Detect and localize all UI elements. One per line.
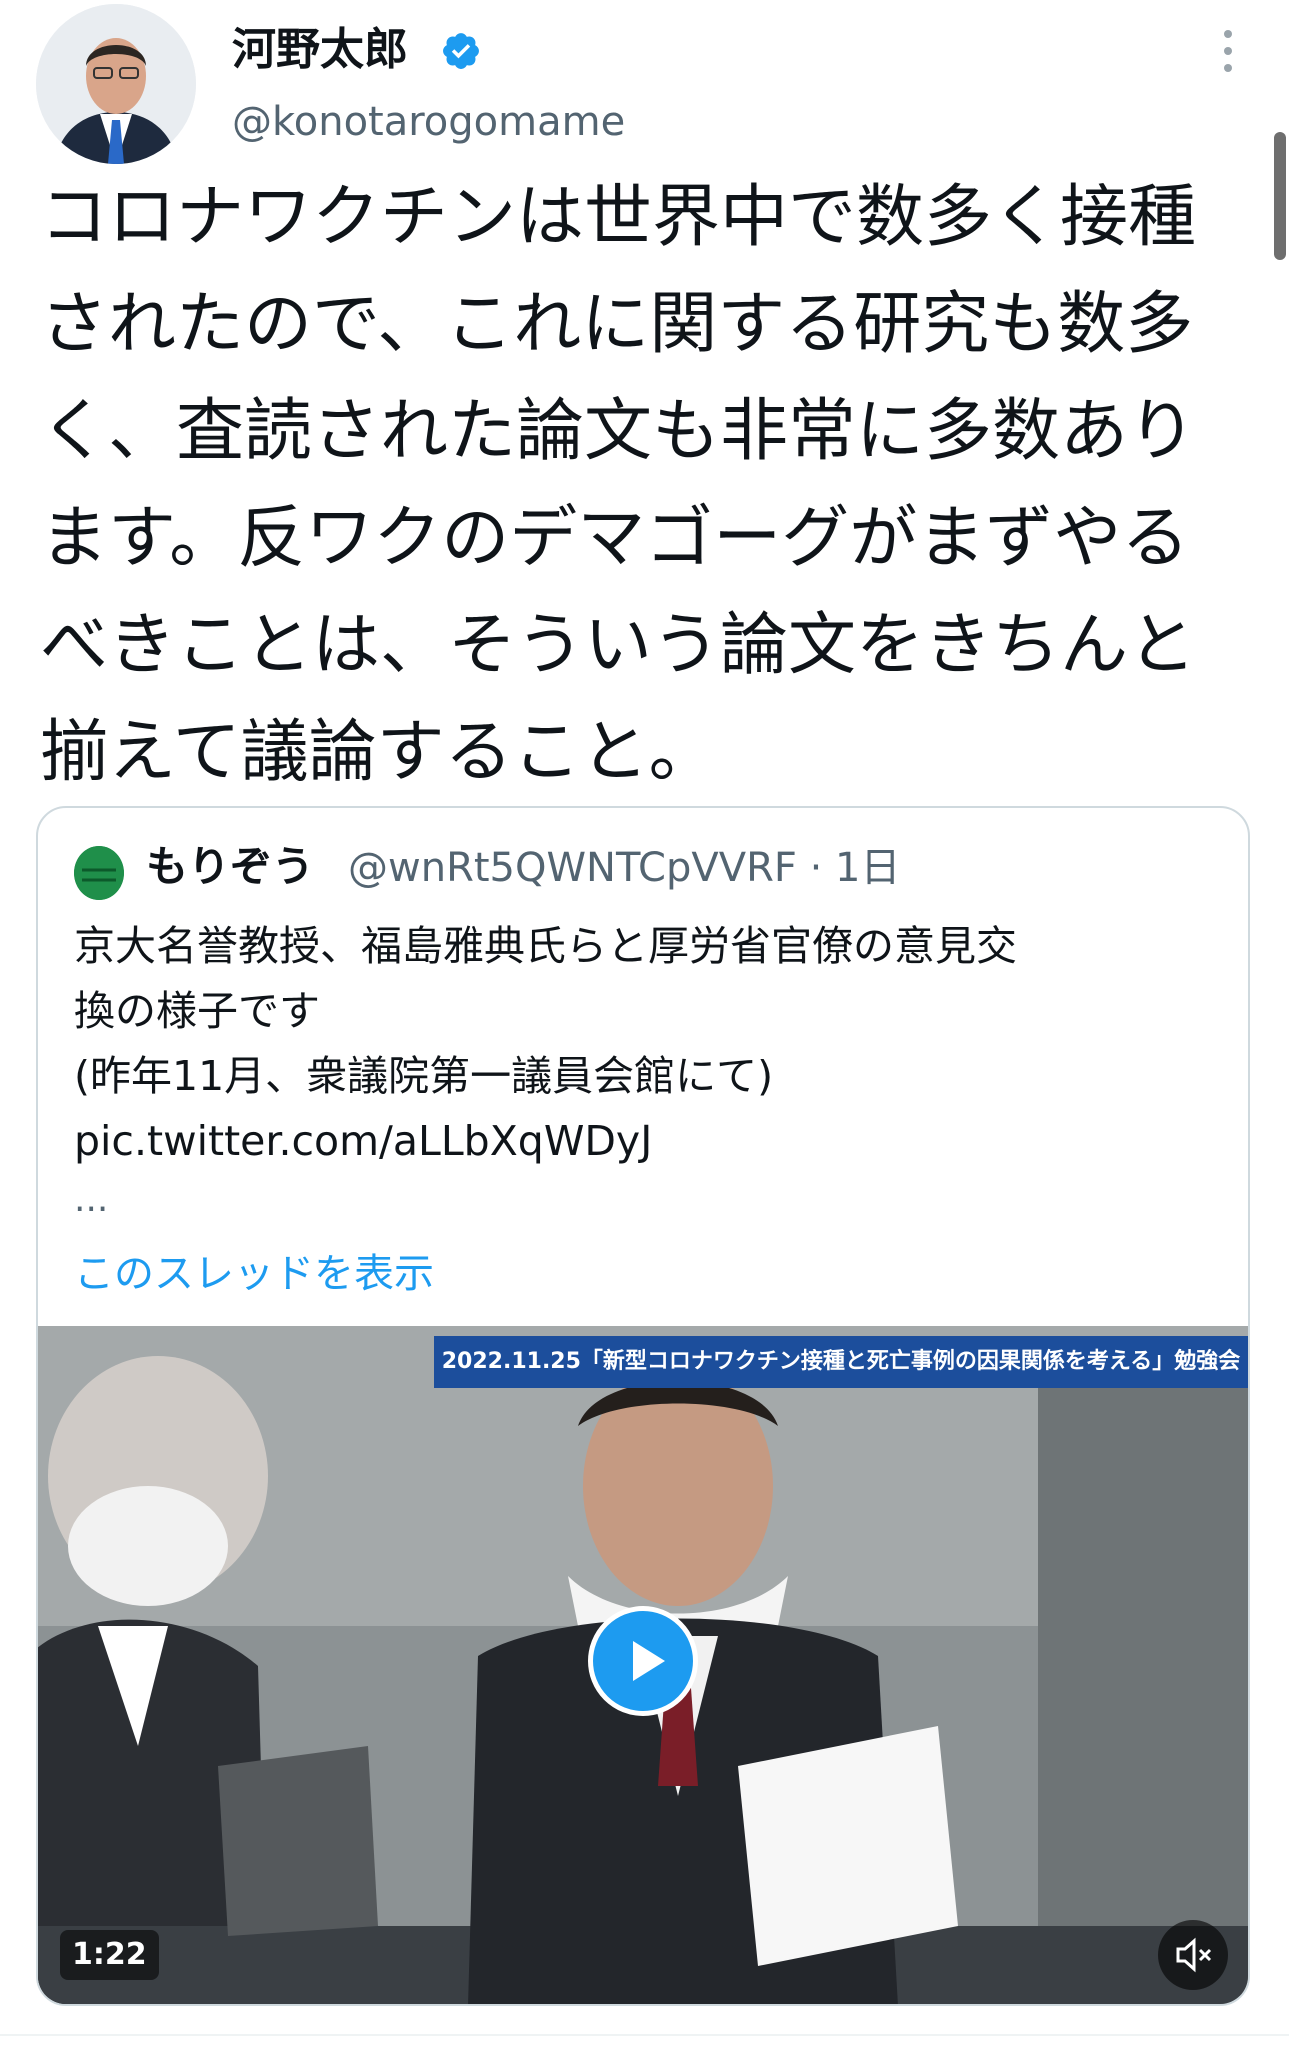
video-banner: 2022.11.25「新型コロナワクチン接種と死亡事例の因果関係を考える」勉強会 (434, 1336, 1248, 1388)
quoted-handle-time[interactable]: @wnRt5QWNTCpVVRF · 1日 (348, 840, 900, 896)
quoted-ellipsis: ... (74, 1179, 109, 1220)
play-icon[interactable] (593, 1611, 693, 1711)
mute-button[interactable] (1158, 1920, 1228, 1990)
play-button[interactable] (588, 1606, 698, 1716)
author-handle[interactable]: @konotarogomame (232, 94, 625, 150)
tweet: 河野太郎 @konotarogomame コロナワクチンは世界中で数多く接種 さ… (0, 0, 1289, 2048)
divider (0, 2034, 1289, 2036)
author-avatar[interactable] (36, 4, 196, 164)
scrollbar-thumb[interactable] (1274, 132, 1286, 260)
verified-badge-icon (443, 33, 479, 69)
show-thread-link[interactable]: このスレッドを表示 (74, 1244, 434, 1304)
author-display-name[interactable]: 河野太郎 (232, 20, 408, 80)
more-options-icon[interactable] (1210, 26, 1246, 76)
video-player[interactable]: 2022.11.25「新型コロナワクチン接種と死亡事例の因果関係を考える」勉強会… (38, 1326, 1248, 2004)
quoted-tweet-card[interactable]: もりぞう @wnRt5QWNTCpVVRF · 1日 京大名誉教授、福島雅典氏ら… (36, 806, 1250, 2006)
quoted-author-avatar[interactable] (74, 846, 124, 900)
quoted-text: 京大名誉教授、福島雅典氏らと厚労省官僚の意見交 換の様子です (昨年11月、衆議… (74, 922, 1017, 1165)
quoted-display-name[interactable]: もりぞう (146, 838, 314, 896)
mute-icon[interactable] (1158, 1920, 1228, 1990)
tweet-text: コロナワクチンは世界中で数多く接種 されたので、これに関する研究も数多 く、査読… (40, 178, 1197, 792)
video-duration: 1:22 (60, 1930, 159, 1980)
